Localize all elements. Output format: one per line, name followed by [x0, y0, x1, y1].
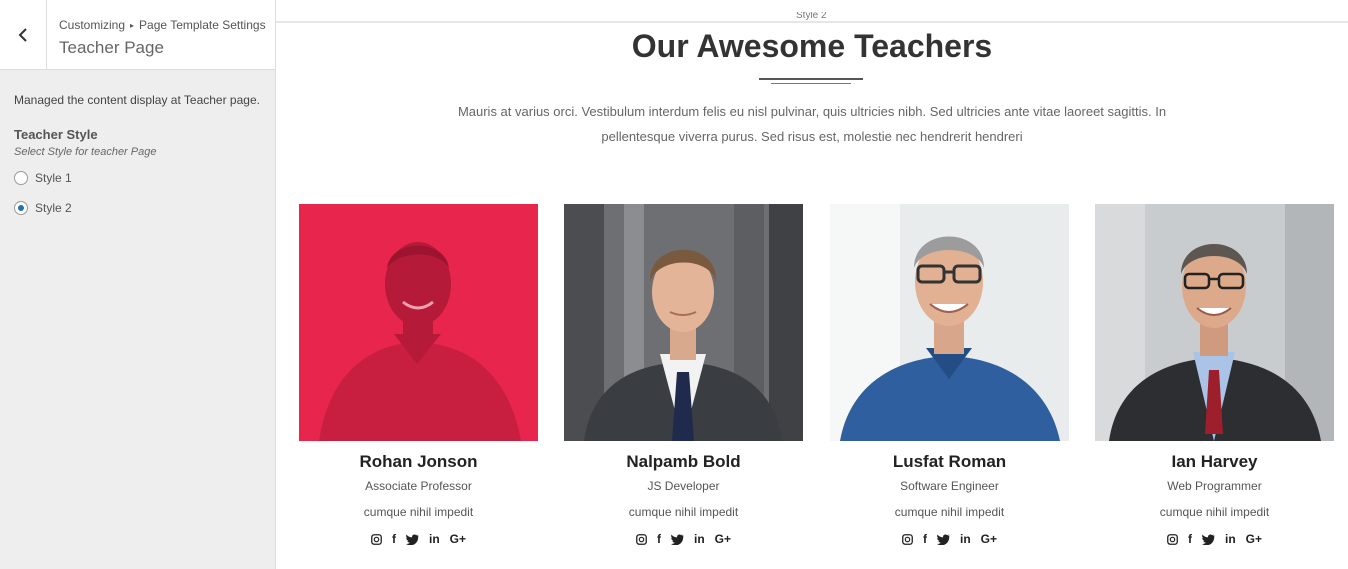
back-button[interactable]	[0, 0, 47, 70]
teacher-role: Software Engineer	[900, 479, 999, 493]
social-links: f in G+	[299, 531, 538, 547]
instagram-icon[interactable]	[1167, 533, 1178, 545]
instagram-icon[interactable]	[371, 533, 382, 545]
radio-label: Style 1	[35, 171, 72, 185]
site-preview: Style 2 Our Awesome Teachers Mauris at v…	[276, 0, 1348, 569]
teacher-card[interactable]: Ian Harvey Web Programmer cumque nihil i…	[1095, 204, 1334, 547]
social-links: f in G+	[564, 531, 803, 547]
heading-divider	[759, 78, 863, 84]
teacher-card[interactable]: Nalpamb Bold JS Developer cumque nihil i…	[564, 204, 803, 547]
teacher-photo[interactable]	[830, 204, 1069, 441]
instagram-icon[interactable]	[902, 533, 913, 545]
control-label: Teacher Style	[14, 127, 98, 142]
teacher-role: Web Programmer	[1167, 479, 1262, 493]
breadcrumb-separator: ▸	[130, 21, 135, 30]
facebook-icon[interactable]: f	[657, 532, 661, 546]
google-plus-icon[interactable]: G+	[715, 532, 731, 546]
linkedin-icon[interactable]: in	[960, 532, 971, 546]
chevron-left-icon	[18, 28, 27, 42]
teacher-photo[interactable]	[564, 204, 803, 441]
customizer-sidebar: Customizing ▸ Page Template Settings Teach…	[0, 0, 276, 569]
teacher-card[interactable]: Rohan Jonson Associate Professor cumque …	[299, 204, 538, 547]
radio-button[interactable]	[14, 171, 28, 185]
clipped-style-label: Style 2	[796, 12, 827, 20]
linkedin-icon[interactable]: in	[694, 532, 705, 546]
facebook-icon[interactable]: f	[392, 532, 396, 546]
breadcrumb-section: Page Template Settings	[139, 18, 266, 32]
teacher-tagline: cumque nihil impedit	[628, 505, 739, 519]
teacher-name: Rohan Jonson	[359, 452, 478, 471]
section-heading: Our Awesome Teachers	[631, 28, 993, 64]
breadcrumb: Customizing ▸ Page Template Settings	[59, 18, 266, 32]
teacher-card[interactable]: Lusfat Roman Software Engineer cumque ni…	[830, 204, 1069, 547]
panel-title: Teacher Page	[59, 38, 164, 57]
breadcrumb-parent: Customizing	[59, 18, 126, 32]
teacher-tagline: cumque nihil impedit	[363, 505, 474, 519]
social-links: f in G+	[1095, 531, 1334, 547]
teacher-photo[interactable]	[299, 204, 538, 441]
instagram-icon[interactable]	[636, 533, 647, 545]
radio-style-2[interactable]: Style 2	[14, 201, 72, 215]
section-description: Managed the content display at Teacher p…	[14, 93, 260, 107]
control-description: Select Style for teacher Page	[14, 146, 157, 158]
facebook-icon[interactable]: f	[1188, 532, 1192, 546]
radio-label: Style 2	[35, 201, 72, 215]
customizer-header: Customizing ▸ Page Template Settings Teach…	[0, 0, 275, 70]
google-plus-icon[interactable]: G+	[450, 532, 466, 546]
teacher-tagline: cumque nihil impedit	[894, 505, 1005, 519]
teacher-role: JS Developer	[647, 479, 720, 493]
google-plus-icon[interactable]: G+	[1246, 532, 1262, 546]
google-plus-icon[interactable]: G+	[981, 532, 997, 546]
teacher-name: Nalpamb Bold	[626, 452, 741, 471]
twitter-icon[interactable]	[405, 533, 419, 545]
teacher-role: Associate Professor	[365, 479, 472, 493]
social-links: f in G+	[830, 531, 1069, 547]
radio-style-1[interactable]: Style 1	[14, 171, 72, 185]
linkedin-icon[interactable]: in	[1225, 532, 1236, 546]
linkedin-icon[interactable]: in	[429, 532, 440, 546]
preview-top-border	[276, 21, 1348, 23]
twitter-icon[interactable]	[670, 533, 684, 545]
teacher-photo[interactable]	[1095, 204, 1334, 441]
facebook-icon[interactable]: f	[923, 532, 927, 546]
teacher-name: Lusfat Roman	[892, 452, 1007, 471]
section-intro: Mauris at varius orci. Vestibulum interd…	[457, 104, 1167, 144]
twitter-icon[interactable]	[936, 533, 950, 545]
teacher-name: Ian Harvey	[1171, 452, 1258, 471]
twitter-icon[interactable]	[1201, 533, 1215, 545]
teacher-tagline: cumque nihil impedit	[1159, 505, 1270, 519]
radio-button-checked[interactable]	[14, 201, 28, 215]
